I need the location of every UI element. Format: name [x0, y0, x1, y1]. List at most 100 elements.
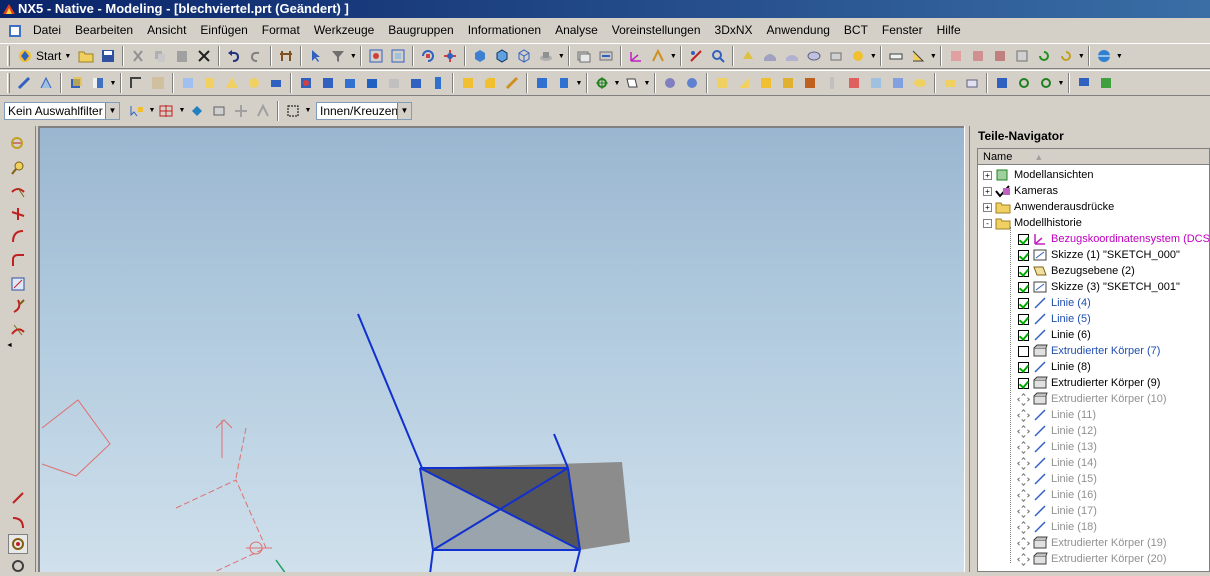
- hole-icon[interactable]: [265, 72, 287, 94]
- menu-baugruppen[interactable]: Baugruppen: [381, 18, 460, 43]
- tree-node[interactable]: Linie (4): [1018, 295, 1091, 311]
- select-body-icon[interactable]: [208, 100, 230, 122]
- circle-tool-icon[interactable]: [8, 534, 28, 554]
- update-icon[interactable]: [1033, 45, 1055, 67]
- dropdown-arrow-icon[interactable]: ▼: [613, 72, 621, 94]
- shaded-edges-icon[interactable]: [491, 45, 513, 67]
- view-style-icon[interactable]: [535, 45, 557, 67]
- tree-node[interactable]: + Kameras: [983, 183, 1058, 199]
- tree-node[interactable]: Linie (17): [1017, 503, 1097, 519]
- tree-node[interactable]: Linie (12): [1017, 423, 1097, 439]
- datum-plane-icon[interactable]: [621, 72, 643, 94]
- dropdown-arrow-icon[interactable]: ▼: [349, 45, 357, 67]
- ruler-icon[interactable]: [885, 45, 907, 67]
- open-icon[interactable]: [75, 45, 97, 67]
- copy-icon[interactable]: [149, 45, 171, 67]
- block-icon[interactable]: [177, 72, 199, 94]
- tube2-icon[interactable]: [865, 72, 887, 94]
- section-icon[interactable]: [803, 45, 825, 67]
- flange-icon[interactable]: [147, 72, 169, 94]
- select-icon[interactable]: [305, 45, 327, 67]
- sketch-task-icon[interactable]: [35, 72, 57, 94]
- dropdown-arrow-icon[interactable]: ▼: [575, 72, 583, 94]
- groove-icon[interactable]: [383, 72, 405, 94]
- visibility-checkbox[interactable]: [1017, 440, 1030, 454]
- visibility-checkbox[interactable]: [1017, 536, 1030, 550]
- expand-icon[interactable]: +: [983, 170, 992, 180]
- revolve-icon[interactable]: [87, 72, 109, 94]
- surface2-icon[interactable]: [781, 45, 803, 67]
- analysis-icon[interactable]: [685, 45, 707, 67]
- undo-icon[interactable]: [223, 45, 245, 67]
- constraint-icon[interactable]: [1013, 72, 1035, 94]
- feature-icon[interactable]: [945, 45, 967, 67]
- sheet-metal-icon[interactable]: [125, 72, 147, 94]
- tree-node[interactable]: Linie (15): [1017, 471, 1097, 487]
- tree-node[interactable]: Linie (13): [1017, 439, 1097, 455]
- chamfer-icon[interactable]: [479, 72, 501, 94]
- visibility-checkbox[interactable]: [1018, 281, 1029, 293]
- dropdown-arrow-icon[interactable]: ▼: [557, 45, 565, 67]
- graphics-viewport[interactable]: [38, 126, 964, 572]
- menu-bearbeiten[interactable]: Bearbeiten: [68, 18, 140, 43]
- menu-einfuegen[interactable]: Einfügen: [193, 18, 254, 43]
- column-header-name[interactable]: Name ▲: [978, 149, 1209, 165]
- snap-point-icon[interactable]: [156, 100, 178, 122]
- tree-node[interactable]: Bezugsebene (2): [1018, 263, 1135, 279]
- scroll-left-icon[interactable]: ◄: [6, 342, 13, 349]
- box-icon[interactable]: [711, 72, 733, 94]
- document-icon[interactable]: [8, 24, 22, 38]
- toolbar-grip[interactable]: [7, 73, 10, 93]
- paste-icon[interactable]: [171, 45, 193, 67]
- visibility-checkbox[interactable]: [1018, 249, 1029, 261]
- dropdown-arrow-icon[interactable]: ▼: [148, 100, 156, 122]
- sketch-tool-icon[interactable]: [8, 134, 28, 154]
- tree-node[interactable]: Extrudierter Körper (9): [1018, 375, 1160, 391]
- tree-node[interactable]: Linie (5): [1018, 311, 1091, 327]
- pan-icon[interactable]: [439, 45, 461, 67]
- deselect-icon[interactable]: [186, 100, 208, 122]
- type-filter-icon[interactable]: [126, 100, 148, 122]
- replay-icon[interactable]: [1055, 45, 1077, 67]
- toolbar-grip[interactable]: [7, 46, 10, 66]
- expand-icon[interactable]: +: [983, 186, 992, 196]
- visibility-checkbox[interactable]: [1017, 408, 1030, 422]
- tube-icon[interactable]: [427, 72, 449, 94]
- body-icon[interactable]: [887, 72, 909, 94]
- rotate-icon[interactable]: [417, 45, 439, 67]
- patch-icon[interactable]: [799, 72, 821, 94]
- zoom-icon[interactable]: [387, 45, 409, 67]
- visibility-checkbox[interactable]: [1017, 456, 1030, 470]
- collapse-icon[interactable]: -: [983, 218, 992, 228]
- trim-icon[interactable]: [501, 72, 523, 94]
- visibility-checkbox[interactable]: [1018, 329, 1029, 341]
- visibility-checkbox[interactable]: [1017, 504, 1030, 518]
- menu-format[interactable]: Format: [255, 18, 307, 43]
- surface-icon[interactable]: [759, 45, 781, 67]
- tree-node[interactable]: Linie (8): [1018, 359, 1091, 375]
- tree-node[interactable]: Linie (16): [1017, 487, 1097, 503]
- line-tool-icon[interactable]: [8, 488, 28, 508]
- visibility-checkbox[interactable]: [1017, 424, 1030, 438]
- dropdown-arrow-icon[interactable]: ▼: [1115, 45, 1123, 67]
- tree-node[interactable]: - Modellhistorie: [983, 215, 1082, 231]
- trim-curve-icon[interactable]: [8, 296, 28, 316]
- tree-node[interactable]: Extrudierter Körper (7): [1018, 343, 1160, 359]
- menu-analyse[interactable]: Analyse: [548, 18, 605, 43]
- cylinder-icon[interactable]: [199, 72, 221, 94]
- tools-icon[interactable]: [275, 45, 297, 67]
- intersect-icon[interactable]: [8, 204, 28, 224]
- rectangle-tool-icon[interactable]: [8, 274, 28, 294]
- shaded-view-icon[interactable]: [469, 45, 491, 67]
- globe-icon[interactable]: [1093, 45, 1115, 67]
- blend-icon[interactable]: [457, 72, 479, 94]
- tree-node[interactable]: Linie (14): [1017, 455, 1097, 471]
- dropdown-arrow-icon[interactable]: ▼: [929, 45, 937, 67]
- filter-icon[interactable]: [327, 45, 349, 67]
- redo-icon[interactable]: [245, 45, 267, 67]
- visibility-checkbox[interactable]: [1017, 552, 1030, 566]
- tree-node[interactable]: Linie (11): [1017, 407, 1096, 423]
- menu-voreinstellungen[interactable]: Voreinstellungen: [605, 18, 708, 43]
- angle-icon[interactable]: [907, 45, 929, 67]
- wcs-icon[interactable]: [625, 45, 647, 67]
